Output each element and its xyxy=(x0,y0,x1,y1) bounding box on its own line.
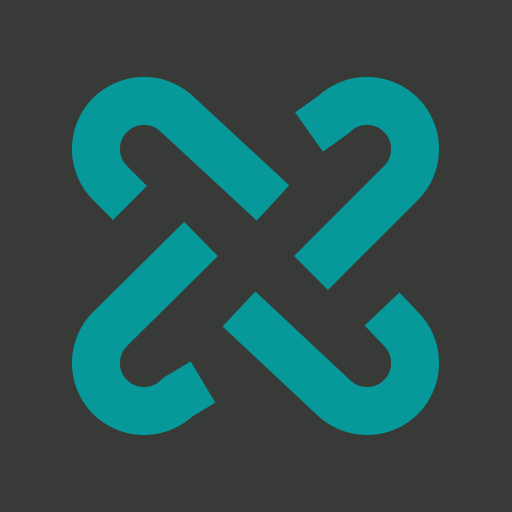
logo-background xyxy=(0,0,512,512)
interlaced-knot-logo-icon xyxy=(0,0,512,512)
